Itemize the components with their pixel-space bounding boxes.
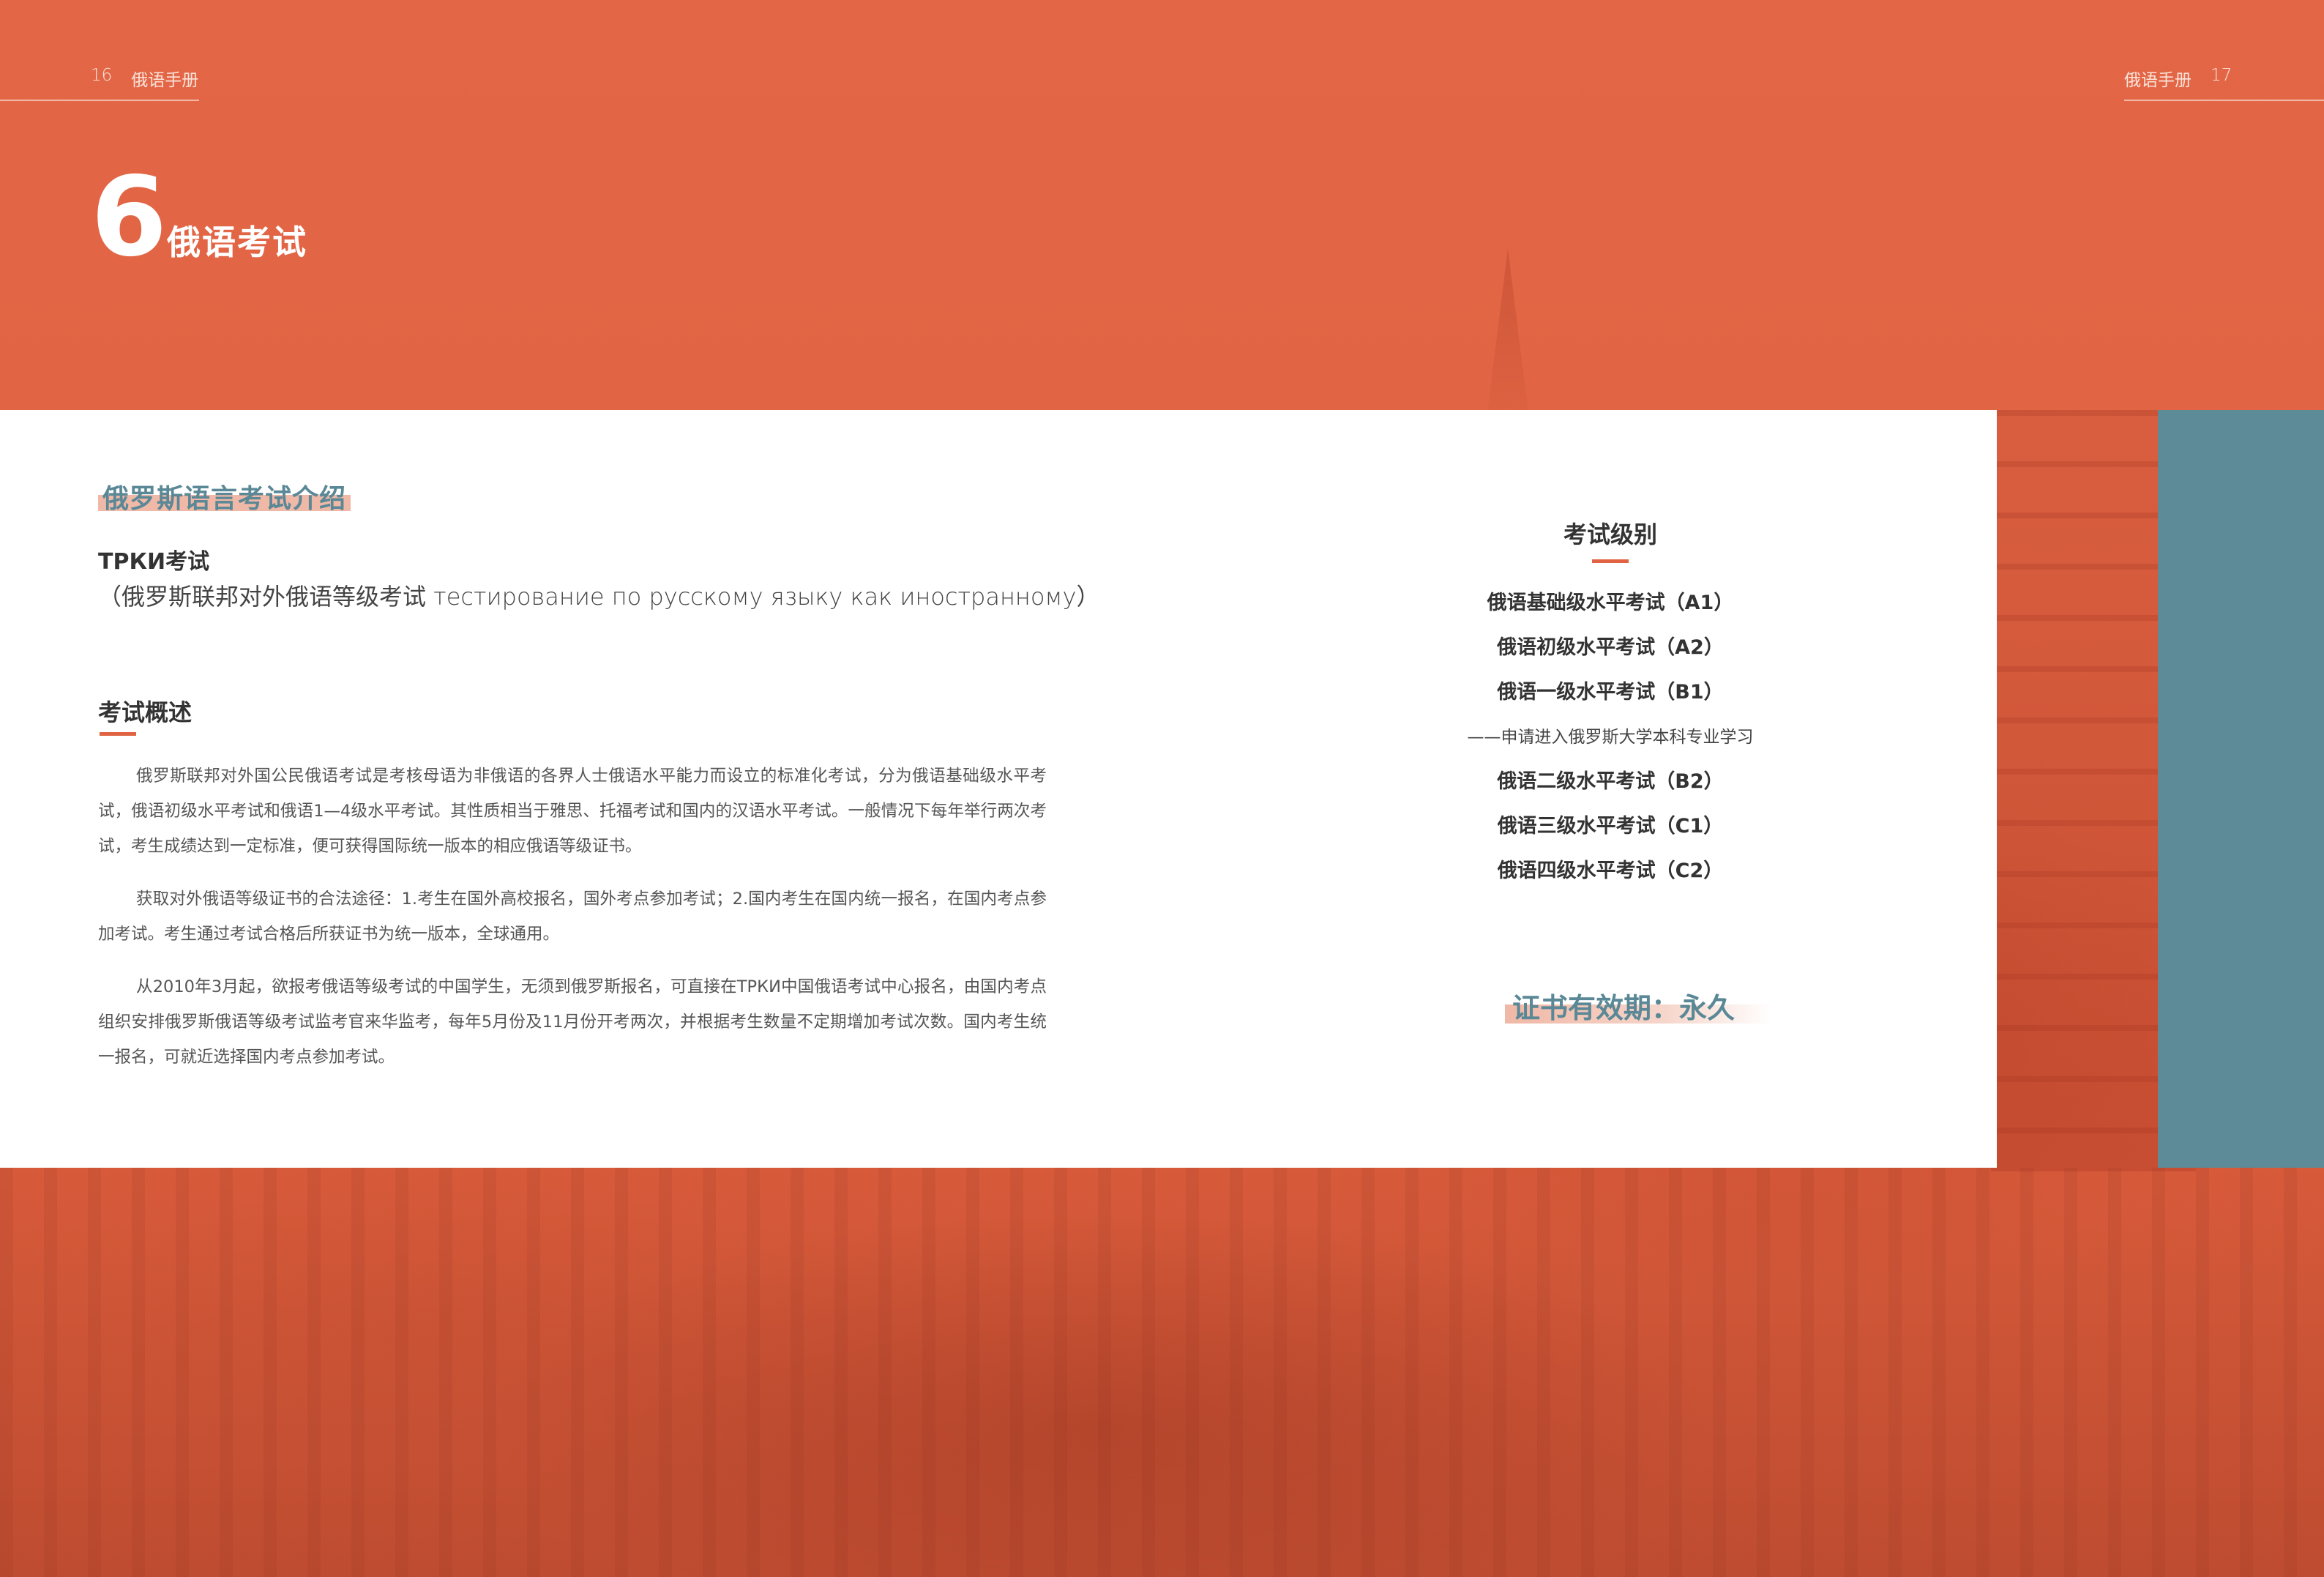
section-title-intro: 俄罗斯语言考试介绍 — [98, 477, 351, 515]
intro-title-text: 俄罗斯语言考试介绍 — [102, 484, 347, 514]
teal-side-panel — [2158, 410, 2324, 1168]
level-item: 俄语一级水平考试（B1） — [1497, 681, 1724, 704]
level-item: 俄语初级水平考试（A2） — [1497, 636, 1724, 659]
level-item: 俄语二级水平考试（B2） — [1497, 770, 1724, 793]
level-item: 俄语三级水平考试（C1） — [1497, 815, 1724, 838]
levels-title: 考试级别 — [1563, 521, 1657, 548]
exam-levels: 考试级别 俄语基础级水平考试（A1） 俄语初级水平考试（A2） 俄语一级水平考试… — [1391, 512, 1830, 898]
level-item: 俄语基础级水平考试（A1） — [1487, 592, 1734, 614]
exam-name: ТРКИ考试 — [98, 549, 210, 575]
header-left: 16 俄语手册 — [0, 66, 199, 101]
section-title-overview: 考试概述 — [98, 698, 193, 726]
exam-full-name: （俄罗斯联邦对外俄语等级考试 тестирование по русскому … — [98, 583, 1100, 611]
overview-paragraph: 获取对外俄语等级证书的合法途径：1.考生在国外高校报名，国外考点参加考试；2.国… — [98, 890, 1047, 944]
background-crowd — [0, 1168, 2324, 1577]
level-note: ——申请进入俄罗斯大学本科专业学习 — [1467, 728, 1754, 747]
page-number-left: 16 — [91, 66, 113, 85]
level-item: 俄语四级水平考试（C2） — [1497, 860, 1724, 882]
validity-text: 证书有效期：永久 — [1512, 992, 1735, 1024]
overview-paragraph: 俄罗斯联邦对外国公民俄语考试是考核母语为非俄语的各界人士俄语水平能力而设立的标准… — [98, 767, 1047, 856]
overview-paragraph: 从2010年3月起，欲报考俄语等级考试的中国学生，无须到俄罗斯报名，可直接在ТР… — [98, 977, 1047, 1067]
running-title-left: 俄语手册 — [131, 71, 199, 90]
title-underline — [1592, 559, 1629, 563]
certificate-validity: 证书有效期：永久 — [1505, 985, 1774, 1026]
header-right: 俄语手册 17 — [2124, 66, 2324, 101]
chapter-title: 俄语考试 — [167, 223, 307, 262]
page-number-right: 17 — [2211, 66, 2233, 85]
title-underline — [100, 732, 136, 736]
chapter-number: 6 — [91, 154, 168, 281]
running-title-right: 俄语手册 — [2124, 71, 2192, 90]
